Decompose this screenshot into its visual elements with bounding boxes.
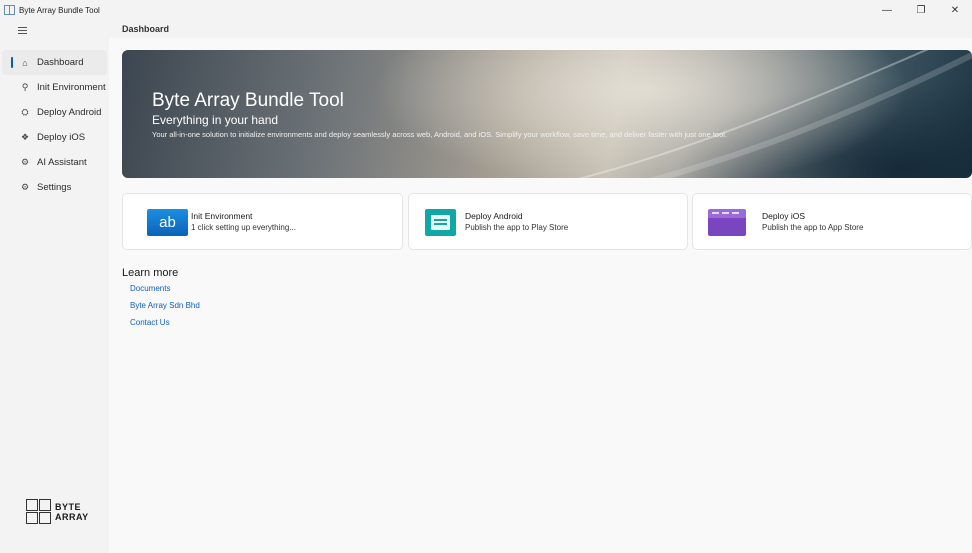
card-title: Deploy iOS (762, 211, 805, 221)
hero-title: Byte Array Bundle Tool (152, 90, 344, 111)
plug-icon: ⚲ (21, 82, 29, 92)
card-deploy-ios[interactable]: Deploy iOS Publish the app to App Store (692, 193, 972, 250)
sidebar-item-ai-assistant[interactable]: ⚙ AI Assistant (0, 150, 109, 175)
learn-more-section: Learn more Documents Byte Array Sdn Bhd … (122, 267, 200, 334)
sidebar-item-deploy-android[interactable]: ⛭ Deploy Android (0, 100, 109, 125)
android-app-icon (425, 209, 456, 236)
sidebar-item-label: AI Assistant (37, 157, 87, 168)
window-controls: — ❐ ✕ (870, 0, 972, 20)
logo-squares-icon (26, 499, 51, 524)
card-title: Init Environment (191, 211, 253, 221)
hero-description: Your all-in-one solution to initialize e… (152, 130, 728, 139)
page-title: Dashboard (122, 24, 170, 34)
page-header: Dashboard (109, 20, 972, 38)
learn-more-title: Learn more (122, 267, 179, 279)
home-icon: ⌂ (22, 57, 28, 68)
logo-line1: BYTE (55, 501, 82, 512)
link-documents[interactable]: Documents (130, 283, 200, 300)
card-title: Deploy Android (465, 211, 523, 221)
link-contact-us[interactable]: Contact Us (130, 317, 200, 334)
title-bar: Byte Array Bundle Tool — ❐ ✕ (0, 0, 972, 20)
sidebar-item-label: Deploy Android (37, 107, 102, 118)
card-description: Publish the app to App Store (762, 223, 864, 232)
ios-app-icon (708, 209, 746, 236)
gear-icon: ⚙ (20, 182, 30, 192)
hero-decoration (578, 50, 972, 178)
sidebar-item-dashboard[interactable]: ⌂ Dashboard (2, 50, 107, 75)
app-icon (4, 5, 15, 15)
minimize-button[interactable]: — (870, 0, 904, 20)
sidebar-item-label: Init Environment (37, 82, 106, 93)
close-button[interactable]: ✕ (938, 0, 972, 20)
sidebar-nav: ⌂ Dashboard ⚲ Init Environment ⛭ Deploy … (0, 50, 109, 200)
hamburger-icon[interactable] (18, 27, 27, 34)
card-deploy-android[interactable]: Deploy Android Publish the app to Play S… (408, 193, 688, 250)
byte-array-logo: BYTE ARRAY (26, 499, 89, 524)
sidebar-item-init-environment[interactable]: ⚲ Init Environment (0, 75, 109, 100)
android-icon: ⛭ (21, 107, 29, 117)
sidebar-item-label: Deploy iOS (37, 132, 86, 143)
sidebar-item-label: Dashboard (37, 57, 84, 68)
card-description: Publish the app to Play Store (465, 223, 569, 232)
sidebar-item-settings[interactable]: ⚙ Settings (0, 175, 109, 200)
apple-icon: ❖ (20, 132, 30, 142)
sidebar-item-label: Settings (37, 182, 72, 193)
main-content: Dashboard Byte Array Bundle Tool Everyth… (109, 20, 972, 553)
robot-icon: ⚙ (20, 157, 30, 167)
hero-subtitle: Everything in your hand (152, 113, 279, 127)
logo-line2: ARRAY (55, 511, 89, 522)
link-byte-array[interactable]: Byte Array Sdn Bhd (130, 300, 200, 317)
card-description: 1 click setting up everything... (191, 223, 296, 232)
hero-banner: Byte Array Bundle Tool Everything in you… (122, 50, 972, 178)
sidebar-item-deploy-ios[interactable]: ❖ Deploy iOS (0, 125, 109, 150)
sidebar: ⌂ Dashboard ⚲ Init Environment ⛭ Deploy … (0, 20, 109, 553)
card-init-environment[interactable]: ab Init Environment 1 click setting up e… (122, 193, 403, 250)
restore-button[interactable]: ❐ (904, 0, 938, 20)
action-cards: ab Init Environment 1 click setting up e… (122, 193, 972, 250)
ab-icon: ab (147, 209, 188, 236)
window-title: Byte Array Bundle Tool (19, 5, 100, 15)
